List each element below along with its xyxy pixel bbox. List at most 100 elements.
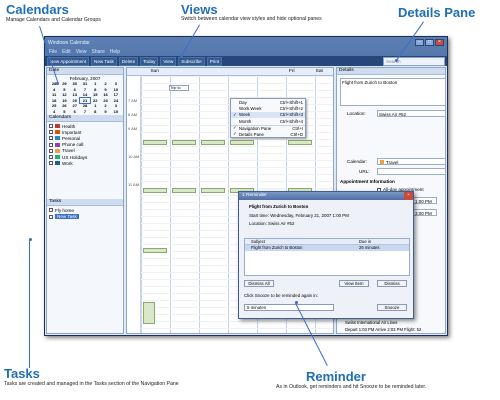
appointment-block[interactable] (143, 188, 167, 193)
task-label[interactable]: New Task (55, 214, 79, 220)
maximize-button[interactable]: □ (425, 39, 434, 46)
day-header: Sat (315, 69, 323, 74)
details-callout-title: Details Pane (398, 5, 476, 20)
color-swatch (55, 148, 60, 153)
new-appointment-button[interactable]: New Appointment (47, 56, 90, 66)
day-cell[interactable]: 8 (90, 109, 100, 115)
dismiss-all-button[interactable]: Dismiss All (244, 280, 274, 287)
checkbox[interactable] (49, 161, 53, 166)
views-callout-title: Views (181, 2, 218, 17)
day-header (168, 68, 195, 75)
calendars-callout-title: Calendars (6, 2, 69, 17)
snooze-prompt: Click Snooze to be reminded again in: (244, 293, 318, 298)
day-header (196, 68, 223, 75)
date-header: Date (47, 68, 123, 75)
reminder-row[interactable]: Flight from Zurich to Boston 26 minutes (245, 245, 409, 251)
snooze-select[interactable]: 5 minutes (244, 304, 334, 311)
calendar-select[interactable]: Travel (377, 158, 446, 165)
calendar-label: Calendar: (347, 159, 367, 164)
menu-view[interactable]: View (76, 49, 87, 55)
close-icon[interactable]: × (404, 192, 413, 200)
day-cell[interactable]: 9 (100, 109, 110, 115)
day-cell[interactable]: 7 (80, 109, 90, 115)
calendar-label: Phone call (62, 142, 84, 148)
calendar-label: Important (62, 129, 82, 135)
mini-calendar: February, 2007 28 29 30 31 1 2 3 4 5 6 7 8 9 10 11 12… (47, 75, 123, 115)
color-swatch (55, 124, 60, 129)
task-item[interactable]: New Task (49, 214, 121, 220)
end-time-field[interactable]: 3:00 PM (413, 209, 437, 216)
dismiss-button[interactable]: Dismiss (377, 280, 407, 287)
search-input[interactable]: Search (383, 56, 445, 66)
menu-edit[interactable]: Edit (62, 49, 71, 55)
start-time-field[interactable]: 1:00 PM (413, 197, 437, 204)
appointment-block[interactable] (230, 140, 254, 145)
reminder-title-bar: 1 Reminder × (239, 192, 413, 200)
day-cell[interactable]: 4 (49, 109, 59, 115)
checkbox[interactable] (49, 136, 53, 141)
callout-dot (180, 55, 183, 58)
appointment-block[interactable] (143, 248, 167, 253)
appointment-block[interactable] (172, 188, 196, 193)
day-cell[interactable]: 6 (70, 109, 80, 115)
callout-dot (395, 59, 398, 62)
callout-dot (56, 82, 59, 85)
day-cell[interactable]: 10 (111, 109, 121, 115)
subscribe-button[interactable]: Subscribe (178, 56, 205, 66)
checkbox[interactable] (49, 124, 53, 129)
location-field[interactable]: Swiss Air #52 (377, 110, 446, 117)
column-due: Due in (359, 239, 372, 244)
location-label: Location: (347, 111, 366, 116)
view-button[interactable]: View (160, 56, 177, 66)
checkbox[interactable] (49, 155, 53, 160)
menu-bar: File Edit View Share Help (45, 48, 447, 56)
checkbox[interactable] (49, 142, 53, 147)
color-swatch (55, 142, 60, 147)
calendar-label: Health (62, 123, 76, 129)
checkbox[interactable] (49, 130, 53, 135)
view-item-button[interactable]: View Item (339, 280, 369, 287)
appointment-block[interactable] (143, 140, 167, 145)
day-header (223, 68, 250, 75)
checkbox[interactable] (49, 148, 53, 153)
views-callout-desc: Switch between calendar view styles and … (181, 16, 322, 22)
appointment-block[interactable] (201, 188, 225, 193)
tasks-callout-title: Tasks (4, 366, 40, 381)
new-task-button[interactable]: New Task (91, 56, 117, 66)
appointment-trip[interactable]: Trip to (169, 85, 189, 91)
time-label: 8 AM (128, 112, 138, 117)
color-swatch (380, 160, 384, 164)
calendar-window: Windows Calendar – □ × File Edit View Sh… (44, 36, 448, 336)
color-swatch (55, 136, 60, 141)
day-cell[interactable]: 5 (59, 109, 69, 115)
view-menu: Day Ctrl+Shift+1 Work Week Ctrl+Shift+2 ✓ W… (230, 98, 306, 139)
appointment-block[interactable] (201, 140, 225, 145)
menu-help[interactable]: Help (110, 49, 120, 55)
subject-field[interactable]: Flight from Zurich to Boston (340, 78, 446, 106)
mini-calendar-grid: 28 29 30 31 1 2 3 4 5 6 7 8 9 10 11 12 13 14 15 16 17 18 19… (49, 81, 121, 114)
url-label: URL: (359, 169, 370, 174)
minimize-button[interactable]: – (415, 39, 424, 46)
close-button[interactable]: × (435, 39, 444, 46)
view-menu-details-pane[interactable]: ✓ Details Pane Ctrl+D (231, 131, 305, 137)
appointment-block[interactable] (288, 140, 312, 145)
reminder-dialog: 1 Reminder × Flight from Zurich to Boston… (238, 191, 414, 319)
checkbox[interactable] (49, 208, 53, 213)
appointment-block[interactable] (143, 302, 155, 324)
callout-dot (29, 238, 32, 241)
color-swatch (55, 161, 60, 166)
reminder-location: Location: Swiss Air #52 (249, 221, 295, 226)
check-icon: ✓ (233, 111, 237, 117)
url-field[interactable] (377, 168, 446, 175)
appointment-block[interactable] (172, 140, 196, 145)
today-button[interactable]: Today (140, 56, 159, 66)
menu-file[interactable]: File (49, 49, 57, 55)
checkbox[interactable] (49, 214, 53, 219)
delete-button[interactable]: Delete (118, 56, 139, 66)
title-bar: Windows Calendar – □ × (45, 37, 447, 48)
snooze-button[interactable]: Snooze (377, 304, 407, 311)
calendar-item-work[interactable]: Work (49, 160, 121, 166)
menu-share[interactable]: Share (91, 49, 104, 55)
print-button[interactable]: Print (206, 56, 223, 66)
tasks-list: Fly home New Task (47, 206, 123, 220)
